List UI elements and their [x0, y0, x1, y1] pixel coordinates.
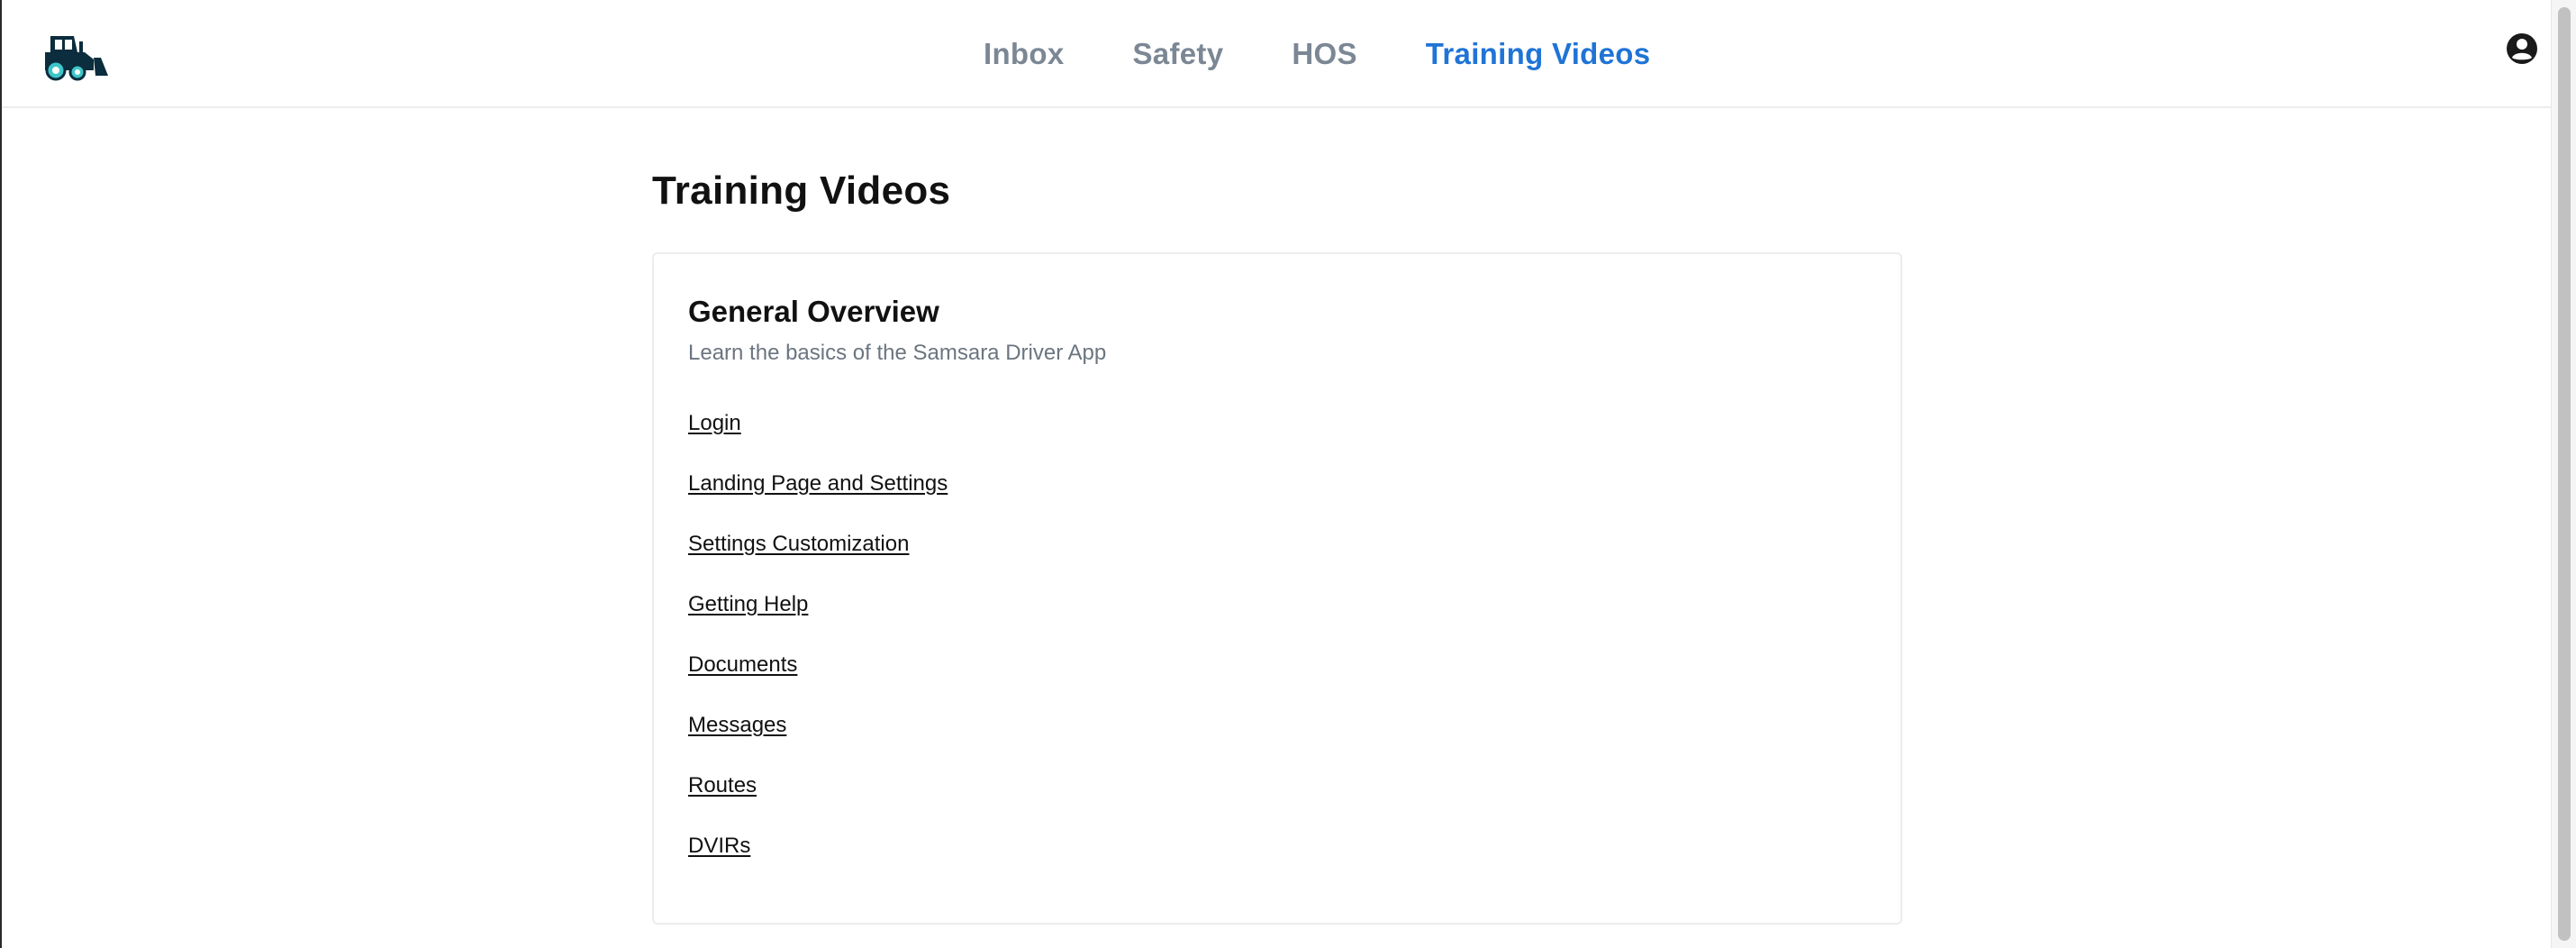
- video-link-messages[interactable]: Messages: [688, 713, 786, 737]
- section-title: General Overview: [688, 295, 939, 328]
- video-list: Login Landing Page and Settings Settings…: [688, 409, 1866, 892]
- account-circle-icon[interactable]: [2506, 32, 2538, 65]
- list-item: Landing Page and Settings: [688, 469, 1866, 530]
- list-item: Settings Customization: [688, 530, 1866, 590]
- main-content: Training Videos General Overview Learn t…: [652, 162, 1902, 925]
- top-navigation-bar: Inbox Safety HOS Training Videos: [2, 0, 2553, 108]
- list-item: Getting Help: [688, 590, 1866, 651]
- video-link-documents[interactable]: Documents: [688, 652, 797, 677]
- video-link-landing-page-and-settings[interactable]: Landing Page and Settings: [688, 471, 948, 496]
- list-item: Messages: [688, 711, 1866, 771]
- list-item: Login: [688, 409, 1866, 469]
- list-item: DVIRs: [688, 832, 1866, 892]
- tractor-icon[interactable]: [43, 32, 110, 81]
- general-overview-card: General Overview Learn the basics of the…: [652, 252, 1902, 925]
- scrollbar-thumb[interactable]: [2558, 7, 2571, 941]
- tab-hos[interactable]: HOS: [1292, 37, 1356, 71]
- video-link-login[interactable]: Login: [688, 411, 741, 435]
- tab-safety[interactable]: Safety: [1133, 37, 1224, 71]
- section-subtitle: Learn the basics of the Samsara Driver A…: [688, 341, 1107, 365]
- video-link-getting-help[interactable]: Getting Help: [688, 592, 808, 616]
- tab-training-videos[interactable]: Training Videos: [1426, 37, 1651, 71]
- video-link-settings-customization[interactable]: Settings Customization: [688, 532, 909, 556]
- app-frame: Inbox Safety HOS Training Videos Trainin…: [0, 0, 2576, 948]
- page-title: Training Videos: [652, 169, 951, 213]
- list-item: Documents: [688, 651, 1866, 711]
- vertical-scrollbar[interactable]: [2551, 0, 2576, 948]
- main-tabs: Inbox Safety HOS Training Videos: [984, 0, 1719, 108]
- video-link-routes[interactable]: Routes: [688, 773, 757, 798]
- list-item: Routes: [688, 771, 1866, 832]
- video-link-dvirs[interactable]: DVIRs: [688, 834, 750, 858]
- tab-inbox[interactable]: Inbox: [984, 37, 1065, 71]
